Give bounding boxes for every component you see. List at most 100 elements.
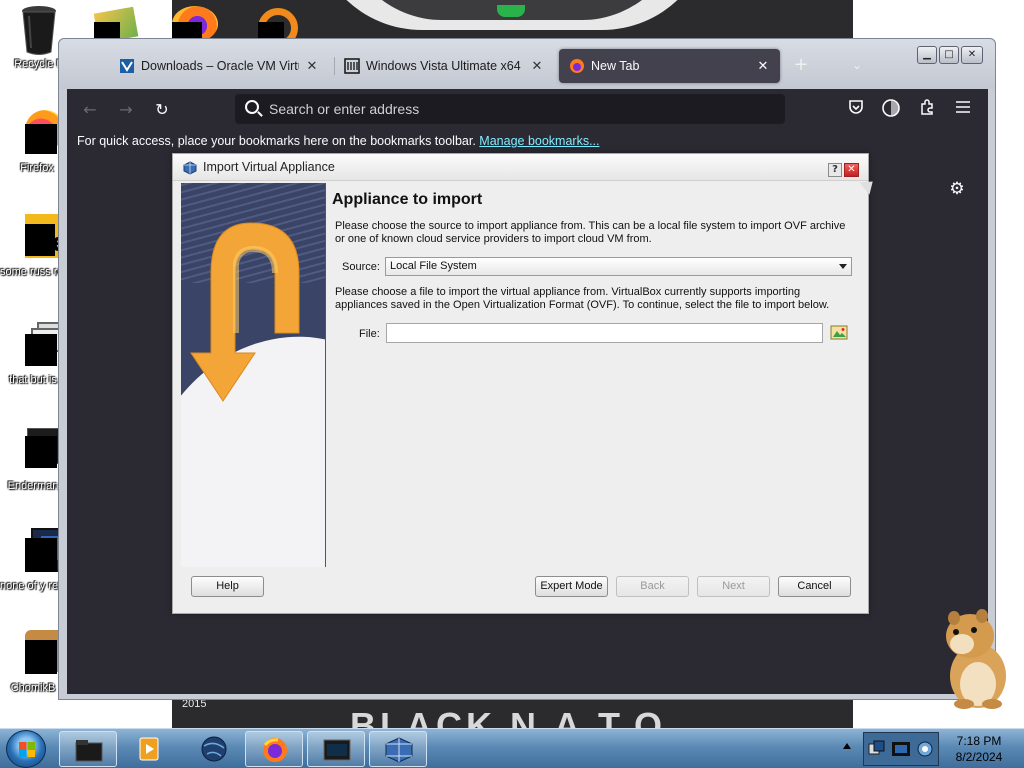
new-tab-button[interactable]: +: [791, 55, 811, 75]
wizard-banner: [181, 183, 326, 567]
taskbar: 7:18 PM 8/2/2024: [0, 728, 1024, 768]
import-appliance-dialog: Import Virtual Appliance ? ✕ Appliance t…: [172, 153, 878, 614]
firefox-icon: [15, 108, 65, 154]
tab-title: Windows Vista Ultimate x64 ISO: [366, 59, 524, 73]
folder-icon: [75, 740, 103, 762]
extensions-icon[interactable]: [916, 98, 938, 120]
close-tab-icon[interactable]: ✕: [756, 58, 770, 74]
list-all-tabs-button[interactable]: ⌄: [847, 55, 867, 75]
taskbar-item-explorer[interactable]: [59, 731, 117, 767]
back-button[interactable]: ←: [79, 99, 101, 121]
desktop-icon-that[interactable]: that but is: [0, 322, 67, 387]
url-bar[interactable]: [235, 94, 785, 124]
window-stack-icon: [11, 322, 67, 366]
pocket-icon[interactable]: [845, 98, 867, 120]
source-description: Please choose the source to import appli…: [335, 220, 846, 245]
maximize-button[interactable]: □: [939, 46, 959, 64]
browse-file-icon[interactable]: [830, 323, 848, 341]
page-title: Appliance to import: [332, 191, 483, 208]
desktop-icon-label: Enderman: [7, 480, 59, 492]
wizard-page: Appliance to import Please choose the so…: [327, 183, 861, 567]
clock-date: 8/2/2024: [955, 750, 1003, 764]
show-hidden-icons-button[interactable]: [843, 743, 851, 749]
taskbar-item-firefox[interactable]: [245, 731, 303, 767]
close-tab-icon[interactable]: ✕: [530, 58, 544, 74]
source-dropdown[interactable]: Local File System: [385, 257, 852, 276]
tab-windows-vista-iso[interactable]: Windows Vista Ultimate x64 ISO ✕: [334, 49, 554, 83]
close-tab-icon[interactable]: ✕: [305, 58, 319, 74]
clock-time: 7:18 PM: [956, 734, 1002, 748]
firefox-icon: [569, 58, 585, 74]
notification-area: [863, 732, 939, 766]
virtualbox-icon: [183, 161, 197, 175]
desktop-icon-enderman[interactable]: Enderman: [0, 428, 69, 493]
source-label: Source:: [342, 261, 380, 273]
virtualbox-tray-icon[interactable]: [891, 739, 911, 759]
desktop-icon-russ[interactable]: e some russ ran a ra: [0, 214, 69, 279]
account-icon[interactable]: [880, 98, 902, 120]
bookmarks-bar-hint: For quick access, place your bookmarks h…: [77, 134, 476, 148]
gear-icon[interactable]: ⚙: [947, 179, 967, 199]
recycle-bin-icon: [17, 4, 61, 55]
wallpaper-text: BLACK N.A.T.O.: [350, 705, 680, 728]
menu-icon[interactable]: [952, 98, 974, 120]
file-description: Please choose a file to import the virtu…: [335, 286, 830, 311]
nav-bar: ← → ↻: [67, 89, 988, 129]
monitor-icon: [11, 528, 69, 572]
terminal-icon: [323, 739, 351, 761]
import-arrow-icon: [190, 222, 300, 402]
taskbar-item-media[interactable]: [120, 731, 178, 767]
firefox-icon: [263, 738, 287, 762]
reload-button[interactable]: ↻: [151, 99, 173, 121]
file-icon: e: [11, 214, 69, 258]
chevron-down-icon: [839, 264, 847, 269]
file-path-input[interactable]: [386, 323, 823, 343]
tab-title: New Tab: [591, 59, 640, 73]
globe-icon: [201, 736, 227, 762]
clock[interactable]: 7:18 PM 8/2/2024: [940, 733, 1018, 765]
file-label: File:: [359, 328, 380, 340]
desktop-icon-chomikb[interactable]: ChomikB: [0, 630, 69, 695]
help-button[interactable]: Help: [191, 576, 264, 597]
hamster-image: [946, 609, 1006, 709]
virtualbox-icon: [385, 737, 413, 763]
dialog-titlebar[interactable]: Import Virtual Appliance ? ✕: [173, 154, 868, 181]
expert-mode-button[interactable]: Expert Mode: [535, 576, 608, 597]
dialog-close-button[interactable]: ✕: [844, 163, 859, 177]
cancel-button[interactable]: Cancel: [778, 576, 851, 597]
desktop-icon-label: some russ ran a ra: [0, 266, 66, 278]
desktop-icon-none-of-y[interactable]: none of y retards kn: [0, 528, 69, 593]
network-icon[interactable]: [867, 739, 887, 759]
wallpaper-green-light: [497, 5, 525, 17]
manage-bookmarks-link[interactable]: Manage bookmarks...: [479, 134, 599, 148]
back-button[interactable]: Back: [616, 576, 689, 597]
url-input[interactable]: [269, 94, 769, 124]
taskbar-item-virtualbox[interactable]: [369, 731, 427, 767]
search-icon: [245, 100, 259, 114]
minimize-button[interactable]: ▁: [917, 46, 937, 64]
tab-strip: Downloads – Oracle VM Virtual ✕ Windows …: [59, 39, 995, 89]
tab-title: Downloads – Oracle VM Virtual: [141, 59, 299, 73]
volume-icon[interactable]: [915, 739, 935, 759]
window-controls: ▁ □ ✕: [917, 46, 983, 64]
taskbar-item-globe[interactable]: [185, 731, 243, 767]
start-button[interactable]: [6, 730, 46, 768]
next-button[interactable]: Next: [697, 576, 770, 597]
desktop-icon-label: none of y retards kn: [0, 580, 66, 592]
dialog-title: Import Virtual Appliance: [203, 160, 335, 174]
console-icon: [11, 428, 69, 472]
desktop-icon-label: ChomikB: [10, 682, 56, 694]
windows-logo-icon: [19, 742, 35, 757]
forward-button[interactable]: →: [115, 99, 137, 121]
source-selected-value: Local File System: [390, 260, 477, 272]
virtualbox-icon: [119, 58, 135, 74]
close-window-button[interactable]: ✕: [961, 46, 983, 64]
tab-new-tab[interactable]: New Tab ✕: [559, 49, 780, 83]
chomikbox-icon: [11, 630, 69, 674]
context-help-button[interactable]: ?: [828, 163, 842, 177]
archive-icon: [344, 58, 360, 74]
desktop-icon-label: that but is: [9, 374, 57, 386]
media-player-icon: [139, 737, 159, 761]
taskbar-item-terminal[interactable]: [307, 731, 365, 767]
tab-downloads-virtualbox[interactable]: Downloads – Oracle VM Virtual ✕: [109, 49, 329, 83]
